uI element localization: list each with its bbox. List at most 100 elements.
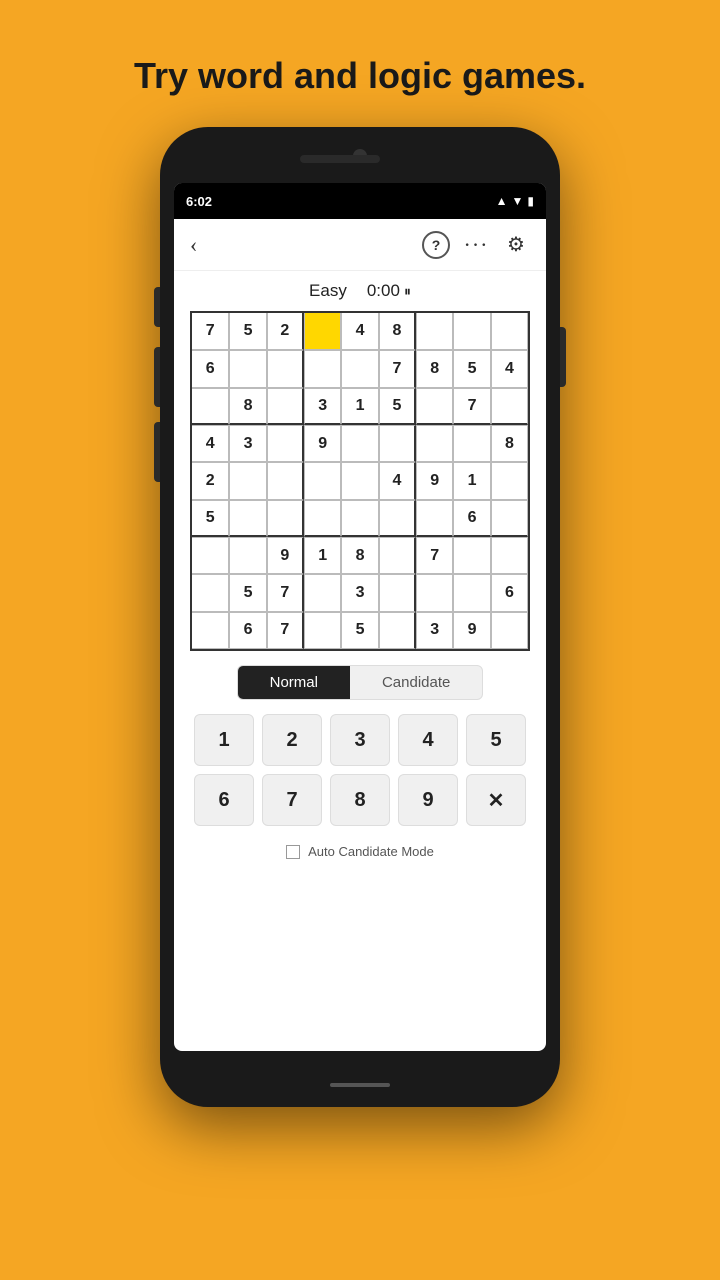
cell-4-6[interactable]: 9 bbox=[416, 462, 453, 499]
numpad-9[interactable]: 9 bbox=[398, 774, 458, 826]
cell-5-2[interactable] bbox=[267, 500, 304, 537]
cell-7-4[interactable]: 3 bbox=[341, 574, 378, 611]
cell-1-0[interactable]: 6 bbox=[192, 350, 229, 387]
cell-0-8[interactable] bbox=[491, 313, 528, 350]
cell-6-2[interactable]: 9 bbox=[267, 537, 304, 574]
cell-2-8[interactable] bbox=[491, 388, 528, 425]
cell-5-8[interactable] bbox=[491, 500, 528, 537]
cell-8-8[interactable] bbox=[491, 612, 528, 649]
cell-0-3[interactable] bbox=[304, 313, 341, 350]
cell-6-3[interactable]: 1 bbox=[304, 537, 341, 574]
cell-7-2[interactable]: 7 bbox=[267, 574, 304, 611]
numpad-4[interactable]: 4 bbox=[398, 714, 458, 766]
cell-7-5[interactable] bbox=[379, 574, 416, 611]
cell-3-8[interactable]: 8 bbox=[491, 425, 528, 462]
cell-3-7[interactable] bbox=[453, 425, 490, 462]
cell-1-8[interactable]: 4 bbox=[491, 350, 528, 387]
pause-icon[interactable]: ⏸ bbox=[404, 283, 411, 300]
help-button[interactable]: ? bbox=[422, 231, 450, 259]
cell-5-7[interactable]: 6 bbox=[453, 500, 490, 537]
cell-4-2[interactable] bbox=[267, 462, 304, 499]
auto-candidate-checkbox[interactable] bbox=[286, 845, 300, 859]
cell-8-4[interactable]: 5 bbox=[341, 612, 378, 649]
cell-1-7[interactable]: 5 bbox=[453, 350, 490, 387]
cell-5-5[interactable] bbox=[379, 500, 416, 537]
back-button[interactable]: ‹ bbox=[190, 232, 197, 258]
cell-8-2[interactable]: 7 bbox=[267, 612, 304, 649]
cell-3-0[interactable]: 4 bbox=[192, 425, 229, 462]
cell-2-5[interactable]: 5 bbox=[379, 388, 416, 425]
cell-4-1[interactable] bbox=[229, 462, 266, 499]
cell-8-3[interactable] bbox=[304, 612, 341, 649]
numpad-6[interactable]: 6 bbox=[194, 774, 254, 826]
numpad-5[interactable]: 5 bbox=[466, 714, 526, 766]
cell-8-7[interactable]: 9 bbox=[453, 612, 490, 649]
cell-8-1[interactable]: 6 bbox=[229, 612, 266, 649]
numpad-8[interactable]: 8 bbox=[330, 774, 390, 826]
cell-4-5[interactable]: 4 bbox=[379, 462, 416, 499]
cell-1-6[interactable]: 8 bbox=[416, 350, 453, 387]
numpad-1[interactable]: 1 bbox=[194, 714, 254, 766]
cell-2-3[interactable]: 3 bbox=[304, 388, 341, 425]
normal-mode-button[interactable]: Normal bbox=[238, 666, 350, 699]
cell-6-4[interactable]: 8 bbox=[341, 537, 378, 574]
candidate-mode-button[interactable]: Candidate bbox=[350, 666, 482, 699]
cell-2-0[interactable] bbox=[192, 388, 229, 425]
cell-6-6[interactable]: 7 bbox=[416, 537, 453, 574]
cell-5-4[interactable] bbox=[341, 500, 378, 537]
cell-0-5[interactable]: 8 bbox=[379, 313, 416, 350]
cell-6-8[interactable] bbox=[491, 537, 528, 574]
cell-6-1[interactable] bbox=[229, 537, 266, 574]
cell-7-3[interactable] bbox=[304, 574, 341, 611]
cell-1-3[interactable] bbox=[304, 350, 341, 387]
cell-8-0[interactable] bbox=[192, 612, 229, 649]
cell-6-5[interactable] bbox=[379, 537, 416, 574]
numpad-3[interactable]: 3 bbox=[330, 714, 390, 766]
cell-1-5[interactable]: 7 bbox=[379, 350, 416, 387]
cell-8-5[interactable] bbox=[379, 612, 416, 649]
cell-4-3[interactable] bbox=[304, 462, 341, 499]
numpad-2[interactable]: 2 bbox=[262, 714, 322, 766]
cell-0-6[interactable] bbox=[416, 313, 453, 350]
cell-7-1[interactable]: 5 bbox=[229, 574, 266, 611]
cell-7-0[interactable] bbox=[192, 574, 229, 611]
cell-7-7[interactable] bbox=[453, 574, 490, 611]
cell-5-1[interactable] bbox=[229, 500, 266, 537]
cell-4-8[interactable] bbox=[491, 462, 528, 499]
cell-3-3[interactable]: 9 bbox=[304, 425, 341, 462]
cell-0-7[interactable] bbox=[453, 313, 490, 350]
cell-2-2[interactable] bbox=[267, 388, 304, 425]
numpad-erase[interactable]: ✕ bbox=[466, 774, 526, 826]
cell-3-2[interactable] bbox=[267, 425, 304, 462]
cell-2-7[interactable]: 7 bbox=[453, 388, 490, 425]
cell-5-0[interactable]: 5 bbox=[192, 500, 229, 537]
cell-2-1[interactable]: 8 bbox=[229, 388, 266, 425]
cell-5-6[interactable] bbox=[416, 500, 453, 537]
cell-5-3[interactable] bbox=[304, 500, 341, 537]
cell-1-2[interactable] bbox=[267, 350, 304, 387]
cell-8-6[interactable]: 3 bbox=[416, 612, 453, 649]
cell-7-8[interactable]: 6 bbox=[491, 574, 528, 611]
cell-4-4[interactable] bbox=[341, 462, 378, 499]
sudoku-grid[interactable]: 75248678548315743982491569187573667539 bbox=[190, 311, 530, 651]
cell-4-7[interactable]: 1 bbox=[453, 462, 490, 499]
more-options-button[interactable]: ··· bbox=[462, 231, 490, 259]
cell-7-6[interactable] bbox=[416, 574, 453, 611]
cell-1-1[interactable] bbox=[229, 350, 266, 387]
cell-1-4[interactable] bbox=[341, 350, 378, 387]
cell-0-1[interactable]: 5 bbox=[229, 313, 266, 350]
cell-4-0[interactable]: 2 bbox=[192, 462, 229, 499]
cell-0-2[interactable]: 2 bbox=[267, 313, 304, 350]
cell-3-5[interactable] bbox=[379, 425, 416, 462]
cell-0-4[interactable]: 4 bbox=[341, 313, 378, 350]
cell-3-6[interactable] bbox=[416, 425, 453, 462]
settings-button[interactable]: ⚙ bbox=[502, 231, 530, 259]
cell-6-0[interactable] bbox=[192, 537, 229, 574]
cell-2-6[interactable] bbox=[416, 388, 453, 425]
cell-2-4[interactable]: 1 bbox=[341, 388, 378, 425]
cell-6-7[interactable] bbox=[453, 537, 490, 574]
cell-0-0[interactable]: 7 bbox=[192, 313, 229, 350]
numpad-7[interactable]: 7 bbox=[262, 774, 322, 826]
cell-3-4[interactable] bbox=[341, 425, 378, 462]
cell-3-1[interactable]: 3 bbox=[229, 425, 266, 462]
